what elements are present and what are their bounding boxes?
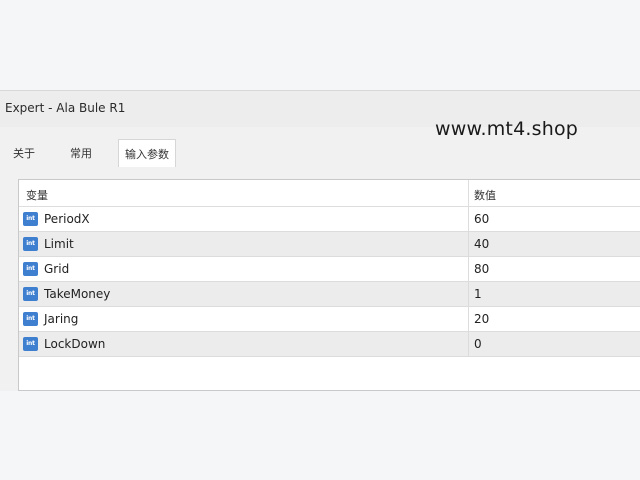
tab-bar: 关于 常用 输入参数 [0,139,640,167]
parameter-rows: int PeriodX 60 int Limit 40 int Grid 80 int TakeMo… [19,207,640,357]
parameter-row[interactable]: int Limit 40 [19,232,640,257]
parameter-name: PeriodX [44,212,90,226]
tab-inputs[interactable]: 输入参数 [118,139,176,167]
column-header-variable[interactable]: 变量 [19,180,469,206]
parameter-value[interactable]: 40 [474,237,489,251]
column-header-value-label: 数值 [474,189,496,202]
tab-common[interactable]: 常用 [64,141,98,167]
column-divider [468,332,469,356]
column-divider [468,207,469,231]
parameter-row[interactable]: int PeriodX 60 [19,207,640,232]
parameter-row[interactable]: int TakeMoney 1 [19,282,640,307]
parameter-value[interactable]: 80 [474,262,489,276]
int-type-icon: int [23,337,38,351]
int-type-icon: int [23,262,38,276]
parameter-name: Jaring [44,312,79,326]
parameter-value[interactable]: 1 [474,287,482,301]
int-type-icon: int [23,287,38,301]
parameter-value[interactable]: 20 [474,312,489,326]
column-divider [468,282,469,306]
int-type-icon: int [23,237,38,251]
int-type-icon: int [23,312,38,326]
grid-header: 变量 数值 [19,180,640,207]
parameter-row[interactable]: int Jaring 20 [19,307,640,332]
page: Expert - Ala Bule R1 关于 常用 输入参数 变量 数值 in… [0,0,640,480]
parameter-name: Grid [44,262,70,276]
parameter-name: Limit [44,237,74,251]
column-divider [468,232,469,256]
column-divider [468,257,469,281]
parameter-row[interactable]: int LockDown 0 [19,332,640,357]
column-divider [468,307,469,331]
inputs-panel: 变量 数值 int PeriodX 60 int Limit 40 int Grid 80 int… [5,167,640,391]
parameter-value[interactable]: 60 [474,212,489,226]
int-type-icon: int [23,212,38,226]
column-header-value[interactable]: 数值 [469,180,640,206]
tab-about[interactable]: 关于 [7,141,41,167]
parameters-grid: 变量 数值 int PeriodX 60 int Limit 40 int Grid 80 int… [18,179,640,391]
column-header-variable-label: 变量 [26,189,48,202]
parameter-name: LockDown [44,337,106,351]
parameter-row[interactable]: int Grid 80 [19,257,640,282]
parameter-name: TakeMoney [44,287,111,301]
window-title: Expert - Ala Bule R1 [5,101,126,115]
watermark-text: www.mt4.shop [435,118,579,140]
parameter-value[interactable]: 0 [474,337,482,351]
